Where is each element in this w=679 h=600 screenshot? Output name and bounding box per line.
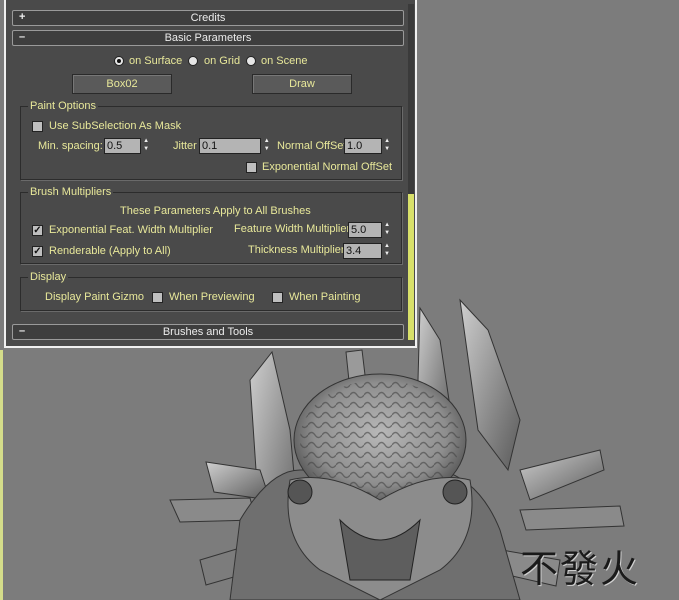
exp-feat-width-label: Exponential Feat. Width Multiplier [49, 224, 213, 236]
viewport-active-border [0, 350, 3, 600]
rollout-brushes-and-tools[interactable]: – Brushes and Tools [12, 324, 404, 340]
when-painting-label: When Painting [289, 291, 361, 303]
rollout-basic-title: Basic Parameters [164, 32, 252, 44]
thickness-spinner[interactable]: ▲▼ [343, 243, 391, 259]
feature-width-input[interactable] [348, 222, 383, 238]
radio-on-surface[interactable] [114, 56, 124, 66]
exp-normal-offset-checkbox[interactable] [246, 162, 257, 173]
when-previewing-label: When Previewing [169, 291, 255, 303]
thickness-input[interactable] [343, 243, 383, 259]
radio-on-grid-label: on Grid [204, 55, 241, 67]
normal-offset-spinner[interactable]: ▲▼ [344, 138, 391, 154]
feature-width-label: Feature Width Multiplier [234, 223, 351, 235]
renderable-checkbox[interactable]: ✓ [32, 246, 43, 257]
brush-multipliers-title: Brush Multipliers [28, 186, 114, 198]
jitter-spinner[interactable]: ▲▼ [199, 138, 271, 154]
rollout-credits[interactable]: + Credits [12, 10, 404, 26]
feature-width-spinner[interactable]: ▲▼ [348, 222, 391, 238]
collapse-minus-icon: – [19, 31, 26, 43]
brush-multipliers-note: These Parameters Apply to All Brushes [120, 205, 311, 217]
jitter-label: Jitter [173, 140, 197, 152]
thickness-label: Thickness Multiplier [248, 244, 345, 256]
rollout-credits-title: Credits [190, 12, 226, 24]
min-spacing-label: Min. spacing: [38, 140, 103, 152]
normal-offset-input[interactable] [344, 138, 383, 154]
when-painting-checkbox[interactable] [272, 292, 283, 303]
collapse-minus-icon: – [19, 325, 26, 337]
radio-on-surface-label: on Surface [129, 55, 183, 67]
expand-plus-icon: + [19, 11, 26, 23]
command-panel: + Credits – Basic Parameters on Surface … [4, 0, 417, 348]
watermark-text: 不發火 [520, 547, 641, 591]
rollout-basic-parameters[interactable]: – Basic Parameters [12, 30, 404, 46]
scrollbar-thumb[interactable] [408, 194, 414, 340]
renderable-label: Renderable (Apply to All) [49, 245, 171, 257]
radio-on-scene-label: on Scene [261, 55, 308, 67]
spinner-arrows-icon[interactable]: ▲ ▼ [262, 138, 271, 154]
exp-normal-offset-label: Exponential Normal OffSet [262, 161, 393, 173]
draw-button[interactable]: Draw [252, 74, 352, 94]
spinner-arrows-icon[interactable]: ▲ ▼ [383, 243, 391, 259]
jitter-input[interactable] [199, 138, 262, 154]
spinner-arrows-icon[interactable]: ▲ ▼ [142, 138, 150, 154]
use-subselection-label: Use SubSelection As Mask [49, 120, 182, 132]
use-subselection-checkbox[interactable] [32, 121, 43, 132]
paint-options-title: Paint Options [28, 100, 99, 112]
radio-on-grid[interactable] [188, 56, 198, 66]
pick-object-button[interactable]: Box02 [72, 74, 172, 94]
radio-on-scene[interactable] [246, 56, 256, 66]
exp-feat-width-checkbox[interactable]: ✓ [32, 225, 43, 236]
spinner-arrows-icon[interactable]: ▲ ▼ [383, 138, 391, 154]
display-title: Display [28, 271, 69, 283]
panel-scrollbar[interactable] [408, 4, 414, 340]
display-gizmo-label: Display Paint Gizmo [45, 291, 145, 303]
min-spacing-input[interactable] [104, 138, 142, 154]
normal-offset-label: Normal OffSet [277, 140, 347, 152]
rollout-brushes-title: Brushes and Tools [162, 326, 254, 338]
min-spacing-spinner[interactable]: ▲▼ [104, 138, 150, 154]
when-previewing-checkbox[interactable] [152, 292, 163, 303]
spinner-arrows-icon[interactable]: ▲ ▼ [383, 222, 391, 238]
